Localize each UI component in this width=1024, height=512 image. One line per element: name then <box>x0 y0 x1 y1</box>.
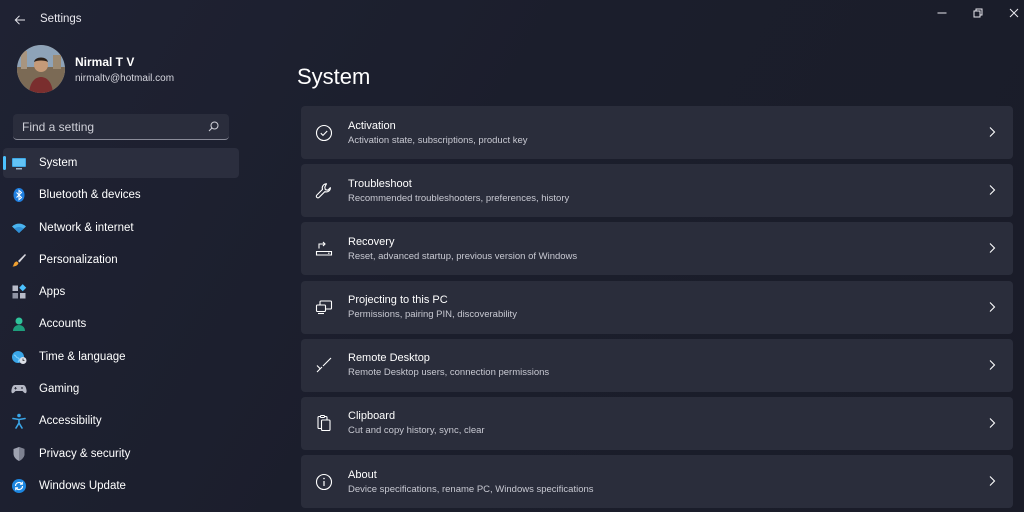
card-description: Device specifications, rename PC, Window… <box>348 483 594 495</box>
card-description: Remote Desktop users, connection permiss… <box>348 367 550 379</box>
title-bar: Settings <box>0 0 1024 40</box>
brush-icon <box>11 252 27 268</box>
card-troubleshoot[interactable]: Troubleshoot Recommended troubleshooters… <box>301 164 1013 218</box>
remote-desktop-icon <box>314 355 334 375</box>
card-description: Recommended troubleshooters, preferences… <box>348 192 570 204</box>
back-arrow-icon <box>14 15 25 25</box>
sidebar-item-label: Network & internet <box>39 221 134 234</box>
card-title: Clipboard <box>348 410 396 423</box>
chevron-right-icon <box>989 127 996 137</box>
apps-icon <box>11 284 27 300</box>
close-icon <box>1009 8 1019 18</box>
chevron-right-icon <box>989 243 996 254</box>
search-icon[interactable] <box>203 117 223 137</box>
chevron-right-icon <box>989 359 996 370</box>
sidebar-item-label: Gaming <box>39 383 80 396</box>
sidebar-item-system[interactable]: System <box>3 148 239 178</box>
card-title: Troubleshoot <box>348 177 412 190</box>
sidebar-item-apps[interactable]: Apps <box>3 277 239 307</box>
wrench-icon <box>314 181 334 201</box>
sidebar-item-bluetooth[interactable]: Bluetooth & devices <box>3 180 239 210</box>
sidebar-item-label: Bluetooth & devices <box>39 189 141 202</box>
card-title: Remote Desktop <box>348 352 430 365</box>
sidebar-item-label: Accessibility <box>39 415 102 428</box>
restore-button[interactable] <box>960 4 996 22</box>
card-projecting[interactable]: Projecting to this PC Permissions, pairi… <box>301 280 1013 334</box>
back-button[interactable] <box>8 8 32 32</box>
accessibility-icon <box>11 413 27 430</box>
display-icon <box>11 155 27 171</box>
card-description: Reset, advanced startup, previous versio… <box>348 250 578 262</box>
sidebar-item-gaming[interactable]: Gaming <box>3 374 239 404</box>
shield-icon <box>11 446 27 462</box>
recovery-icon <box>314 239 334 259</box>
app-title: Settings <box>40 13 82 25</box>
sidebar-item-label: System <box>39 157 78 169</box>
search-input[interactable] <box>13 119 203 134</box>
profile-name: Nirmal T V <box>75 54 135 69</box>
restore-icon <box>973 8 983 18</box>
chevron-right-icon <box>989 301 996 312</box>
sidebar-item-label: Apps <box>39 286 66 299</box>
profile-email: nirmaltv@hotmail.com <box>75 72 175 84</box>
sidebar-item-label: Privacy & security <box>39 447 131 460</box>
card-recovery[interactable]: Recovery Reset, advanced startup, previo… <box>301 222 1013 276</box>
card-clipboard[interactable]: Clipboard Cut and copy history, sync, cl… <box>301 396 1013 450</box>
minimize-icon <box>937 12 947 14</box>
gamepad-icon <box>11 381 27 397</box>
sidebar-item-accounts[interactable]: Accounts <box>3 309 239 339</box>
page-title: System <box>297 64 371 89</box>
avatar <box>17 45 65 93</box>
card-remote-desktop[interactable]: Remote Desktop Remote Desktop users, con… <box>301 338 1013 392</box>
sidebar-item-personalization[interactable]: Personalization <box>3 245 239 275</box>
card-description: Activation state, subscriptions, product… <box>348 134 528 146</box>
chevron-right-icon <box>989 418 996 428</box>
minimize-button[interactable] <box>924 4 960 22</box>
sidebar-item-privacy-security[interactable]: Privacy & security <box>3 439 239 469</box>
sidebar-item-time-language[interactable]: Time & language <box>3 342 239 372</box>
sidebar-item-windows-update[interactable]: Windows Update <box>3 471 239 501</box>
sidebar-item-label: Accounts <box>39 318 87 331</box>
check-circle-icon <box>314 123 334 143</box>
sidebar-item-accessibility[interactable]: Accessibility <box>3 406 239 436</box>
person-icon <box>11 316 27 332</box>
globe-clock-icon <box>11 349 27 365</box>
sidebar-item-label: Windows Update <box>39 479 126 492</box>
user-profile[interactable]: Nirmal T V nirmaltv@hotmail.com <box>17 45 174 93</box>
bluetooth-icon <box>11 187 27 203</box>
card-description: Permissions, pairing PIN, discoverabilit… <box>348 309 517 321</box>
card-description: Cut and copy history, sync, clear <box>348 425 485 437</box>
sidebar-nav: System Bluetooth & devices Network & int… <box>3 148 239 503</box>
settings-list: Activation Activation state, subscriptio… <box>301 106 1013 512</box>
update-icon <box>11 478 27 494</box>
close-button[interactable] <box>996 4 1024 22</box>
card-title: Recovery <box>348 235 395 248</box>
card-title: About <box>348 468 377 481</box>
sidebar-item-label: Personalization <box>39 253 118 266</box>
chevron-right-icon <box>989 185 996 196</box>
sidebar-item-label: Time & language <box>39 350 126 363</box>
clipboard-icon <box>314 413 334 433</box>
info-icon <box>314 472 334 492</box>
wifi-icon <box>11 220 27 236</box>
projecting-icon <box>314 297 334 317</box>
card-title: Activation <box>348 119 396 132</box>
card-activation[interactable]: Activation Activation state, subscriptio… <box>301 106 1013 159</box>
card-about[interactable]: About Device specifications, rename PC, … <box>301 455 1013 509</box>
search-box[interactable] <box>13 114 229 140</box>
sidebar-item-network[interactable]: Network & internet <box>3 213 239 243</box>
chevron-right-icon <box>989 476 996 487</box>
card-title: Projecting to this PC <box>348 294 448 307</box>
